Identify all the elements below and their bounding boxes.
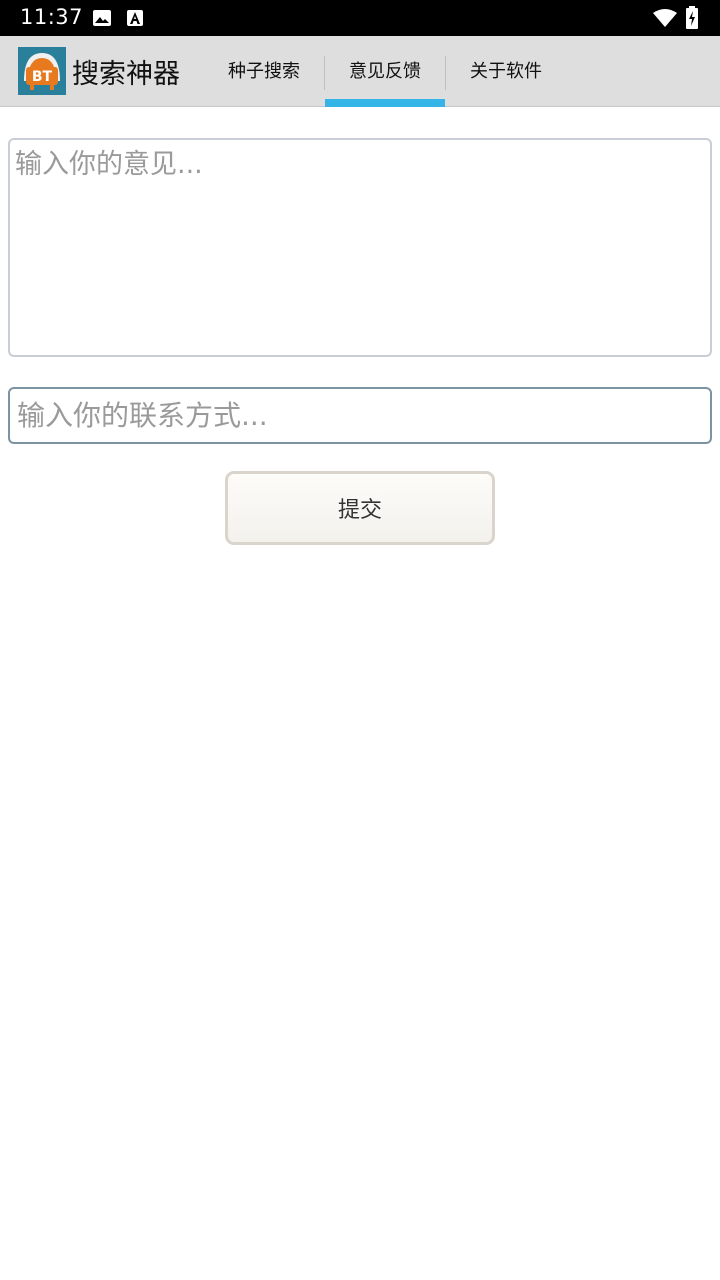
- battery-icon: [685, 6, 699, 34]
- app-logo-text: BT: [32, 69, 53, 85]
- tab-about[interactable]: 关于软件: [446, 36, 566, 106]
- status-bar: 11:37: [0, 0, 720, 36]
- status-time: 11:37: [20, 5, 84, 29]
- tab-label: 意见反馈: [349, 61, 421, 82]
- tab-torrent-search[interactable]: 种子搜索: [204, 36, 324, 106]
- tab-label: 种子搜索: [228, 61, 300, 82]
- opinion-input[interactable]: [8, 138, 712, 357]
- app-bar: BT 搜索神器 种子搜索 意见反馈 关于软件: [0, 36, 720, 107]
- wifi-icon: [652, 8, 678, 32]
- tab-feedback[interactable]: 意见反馈: [325, 36, 445, 107]
- tab-label: 关于软件: [470, 61, 542, 82]
- submit-button[interactable]: 提交: [225, 471, 495, 545]
- font-icon: [126, 9, 144, 31]
- app-title: 搜索神器: [72, 59, 180, 90]
- app-logo-icon: BT: [18, 47, 66, 95]
- image-icon: [92, 9, 112, 31]
- contact-input[interactable]: [8, 387, 712, 444]
